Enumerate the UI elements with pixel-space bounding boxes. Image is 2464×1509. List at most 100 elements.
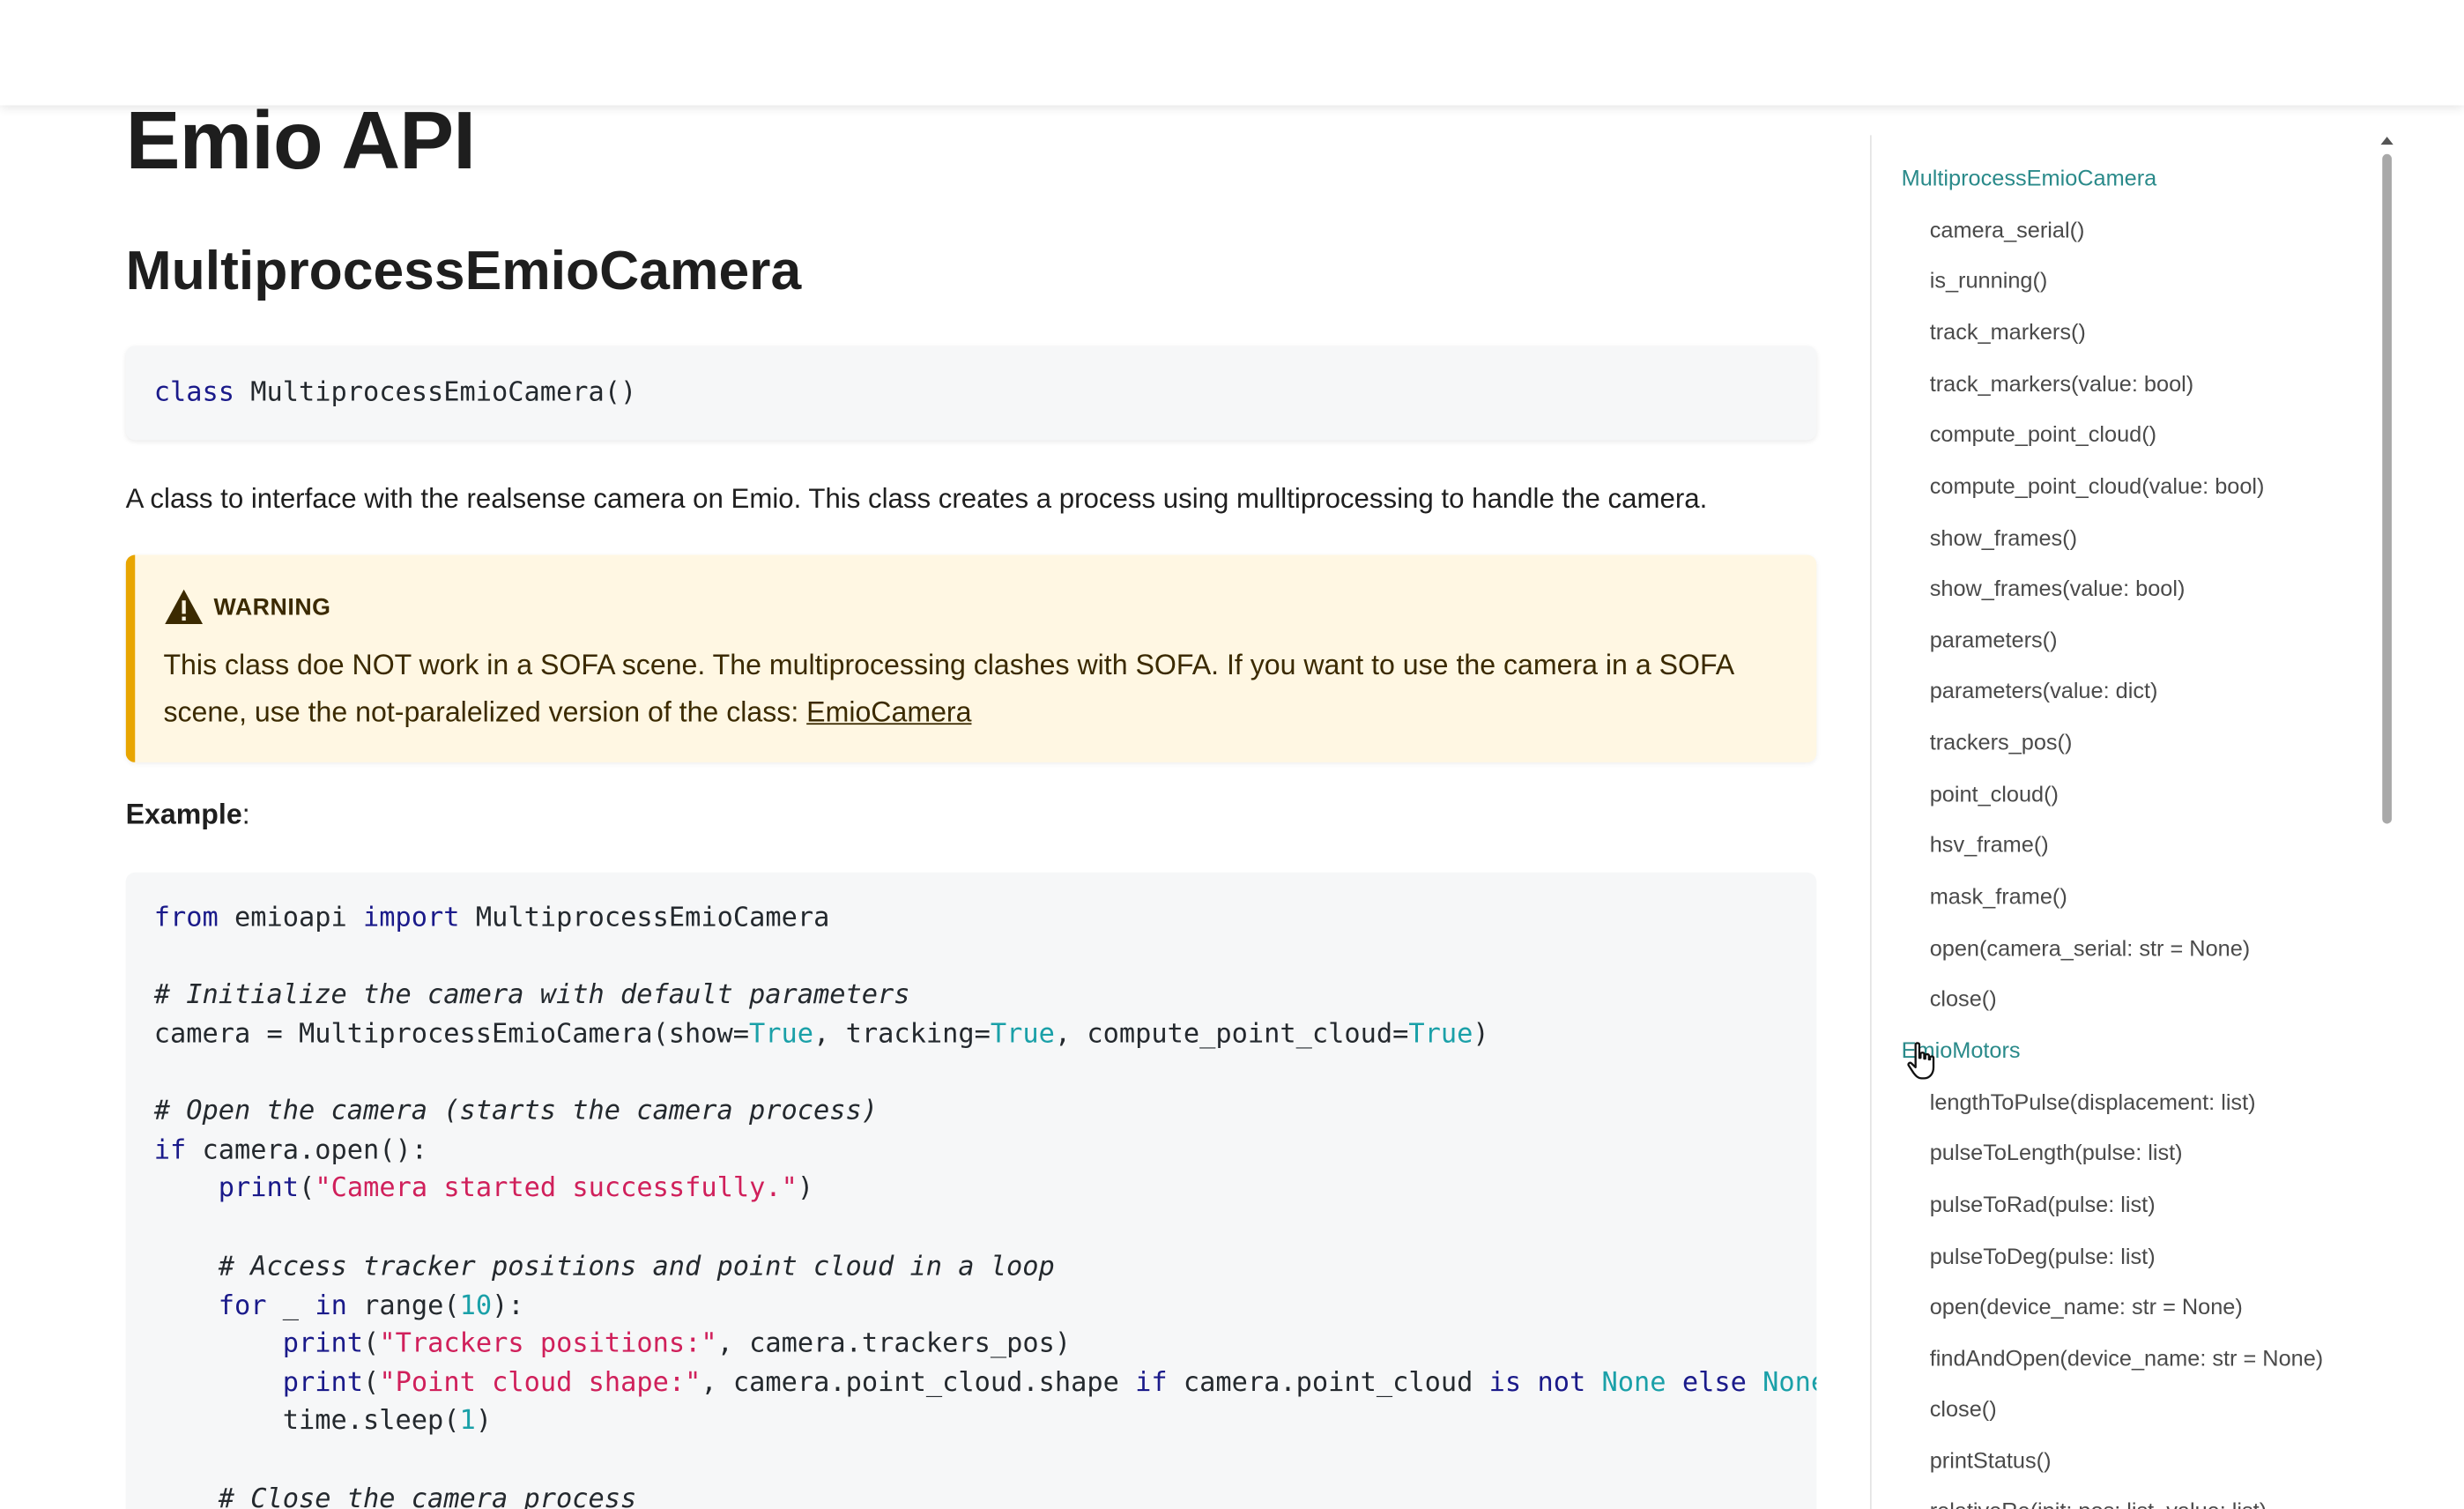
- toc-item[interactable]: parameters(value: dict): [1930, 676, 2158, 708]
- code-keyword: in: [315, 1290, 347, 1322]
- code-string: "Trackers positions:": [379, 1327, 717, 1360]
- code-text: range(: [346, 1290, 460, 1322]
- code-text: emioapi: [218, 902, 364, 934]
- warning-text: This class doe NOT work in a SOFA scene.…: [163, 642, 1797, 736]
- code-string: "Camera started successfully.": [315, 1172, 798, 1205]
- page-title: Emio API: [125, 95, 476, 188]
- toc-item[interactable]: close(): [1930, 1394, 1997, 1426]
- code-keyword: if: [153, 1134, 187, 1167]
- code-text: , compute_point_cloud=: [1054, 1018, 1409, 1051]
- toc-item[interactable]: camera_serial(): [1930, 215, 2085, 247]
- code-text: ): [1473, 1018, 1489, 1051]
- toc-scrollbar[interactable]: [2379, 135, 2395, 1509]
- code-function: print: [282, 1367, 364, 1400]
- code-keyword: is: [1488, 1367, 1522, 1400]
- toc-group-multiprocessemiocamera[interactable]: MultiprocessEmioCamera: [1902, 163, 2157, 195]
- toc-item[interactable]: show_frames(): [1930, 524, 2077, 555]
- toc-item[interactable]: is_running(): [1930, 265, 2048, 297]
- code-keyword: import: [363, 902, 460, 934]
- toc-item[interactable]: open(device_name: str = None): [1930, 1292, 2243, 1324]
- class-description: A class to interface with the realsense …: [125, 482, 1708, 515]
- code-text: camera = MultiprocessEmioCamera(show=: [153, 1018, 750, 1051]
- toc-item[interactable]: trackers_pos(): [1930, 728, 2073, 760]
- code-text: (: [363, 1327, 380, 1360]
- toc-item[interactable]: close(): [1930, 984, 1997, 1015]
- toc-item[interactable]: track_markers(): [1930, 317, 2086, 349]
- code-text: camera.open():: [186, 1134, 428, 1167]
- toc-item[interactable]: pulseToLength(pulse: list): [1930, 1138, 2183, 1170]
- code-text: , camera.point_cloud.shape: [701, 1367, 1136, 1400]
- toc-item[interactable]: point_cloud(): [1930, 780, 2059, 812]
- code-keyword: if: [1135, 1367, 1168, 1400]
- section-title: MultiprocessEmioCamera: [125, 240, 802, 302]
- toc-item[interactable]: mask_frame(): [1930, 881, 2067, 913]
- code-constant: None: [1601, 1367, 1666, 1400]
- code-number: 1: [459, 1405, 476, 1437]
- class-signature: class MultiprocessEmioCamera(): [154, 374, 637, 412]
- table-of-contents: MultiprocessEmioCamera camera_serial() i…: [1869, 135, 2393, 1509]
- warning-admonition: WARNING This class doe NOT work in a SOF…: [125, 554, 1817, 762]
- toc-item[interactable]: pulseToDeg(pulse: list): [1930, 1242, 2156, 1274]
- toc-item[interactable]: compute_point_cloud(): [1930, 420, 2156, 451]
- code-text: _: [266, 1290, 315, 1322]
- code-constant: True: [990, 1018, 1055, 1051]
- code-keyword: else: [1681, 1367, 1747, 1400]
- example-label: Example:: [126, 794, 250, 835]
- toc-item[interactable]: compute_point_cloud(value: bool): [1930, 472, 2265, 503]
- top-navigation-bar: [0, 0, 2464, 106]
- code-text: ): [475, 1405, 493, 1437]
- code-text: , camera.trackers_pos): [716, 1327, 1072, 1360]
- scroll-up-arrow-icon[interactable]: [2380, 137, 2393, 145]
- code-text: ):: [492, 1290, 524, 1322]
- class-keyword: class: [153, 376, 235, 409]
- code-line: print("Trackers positions:", camera.trac…: [154, 1325, 1071, 1363]
- code-text: ): [797, 1172, 814, 1205]
- toc-item[interactable]: findAndOpen(device_name: str = None): [1930, 1344, 2324, 1376]
- code-text: (: [363, 1367, 380, 1400]
- emiocamera-link[interactable]: EmioCamera: [806, 696, 971, 728]
- toc-item[interactable]: lengthToPulse(displacement: list): [1930, 1088, 2256, 1119]
- warning-triangle-icon: [163, 588, 204, 626]
- warning-header: WARNING: [163, 586, 330, 627]
- code-comment: # Open the camera (starts the camera pro…: [153, 1095, 879, 1127]
- code-text: (: [299, 1172, 315, 1205]
- code-comment: # Access tracker positions and point clo…: [153, 1251, 1055, 1283]
- class-signature-block: class MultiprocessEmioCamera(): [125, 346, 1817, 441]
- code-line: print("Camera started successfully."): [154, 1170, 813, 1208]
- code-constant: True: [1408, 1018, 1473, 1051]
- toc-item[interactable]: open(camera_serial: str = None): [1930, 933, 2250, 965]
- code-constant: True: [749, 1018, 814, 1051]
- code-function: print: [218, 1172, 300, 1205]
- code-comment: # Initialize the camera with default par…: [153, 979, 910, 1011]
- hand-pointer-cursor-icon: [1906, 1041, 1941, 1082]
- code-text: , tracking=: [813, 1018, 991, 1051]
- toc-item[interactable]: track_markers(value: bool): [1930, 369, 2193, 401]
- toc-item[interactable]: hsv_frame(): [1930, 830, 2049, 862]
- toc-item[interactable]: show_frames(value: bool): [1930, 574, 2186, 606]
- toc-item[interactable]: printStatus(): [1930, 1446, 2052, 1478]
- example-code-block[interactable]: from emioapi import MultiprocessEmioCame…: [125, 872, 1817, 1509]
- class-name: MultiprocessEmioCamera(): [234, 376, 637, 409]
- example-label-bold: Example: [125, 798, 242, 830]
- code-text: MultiprocessEmioCamera: [459, 902, 830, 934]
- code-keyword: from: [153, 902, 219, 934]
- code-line: from emioapi import MultiprocessEmioCame…: [154, 899, 830, 937]
- scrollbar-thumb[interactable]: [2382, 153, 2392, 824]
- code-text: camera.point_cloud: [1167, 1367, 1489, 1400]
- toc-item[interactable]: parameters(): [1930, 626, 2058, 658]
- code-text: time.sleep(: [282, 1405, 460, 1437]
- code-comment: # Close the camera process: [153, 1483, 637, 1509]
- code-line: time.sleep(1): [154, 1402, 492, 1440]
- toc-item[interactable]: pulseToRad(pulse: list): [1930, 1190, 2156, 1222]
- code-line: camera = MultiprocessEmioCamera(show=Tru…: [154, 1015, 1489, 1053]
- warning-title: WARNING: [213, 593, 331, 621]
- toc-item[interactable]: relativeRe(init: pos: list, value: list): [1930, 1497, 2267, 1509]
- code-line: print("Point cloud shape:", camera.point…: [154, 1364, 1817, 1402]
